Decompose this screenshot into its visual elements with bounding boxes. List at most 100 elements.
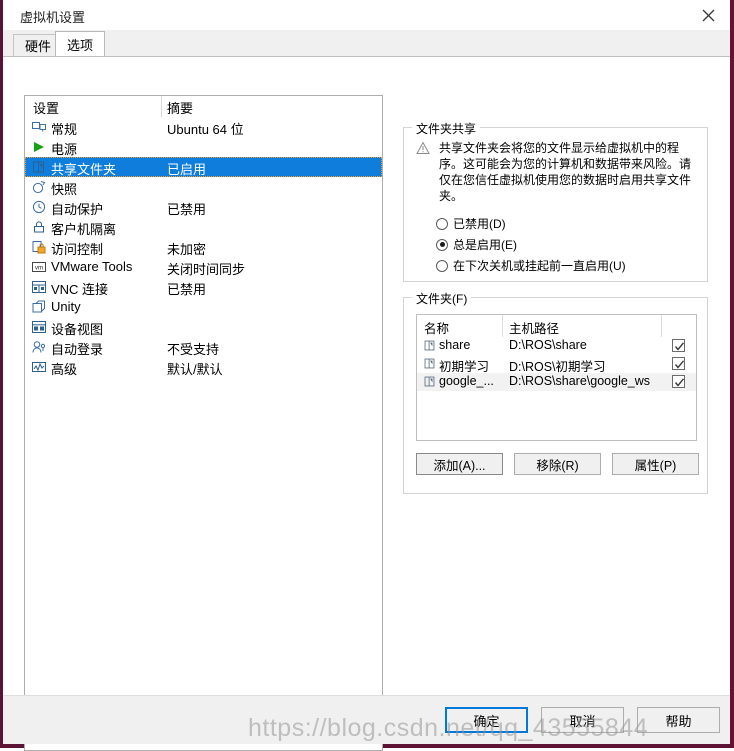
folders-table[interactable]: 名称 主机路径 share D:\ROS\share 初期学习 D:\ROS\初期学习… [416, 314, 697, 441]
settings-list-item-summary: Ubuntu 64 位 [167, 122, 244, 137]
radio-circle-icon [436, 217, 448, 230]
cancel-button-label: 取消 [569, 713, 596, 729]
clock-icon [31, 199, 47, 215]
settings-list-item-3[interactable]: 共享文件夹 已启用 [25, 157, 382, 177]
folders-group: 文件夹(F) 名称 主机路径 share D:\ROS\share 初期学习 D:\R… [403, 290, 708, 494]
settings-list-item-2[interactable]: 电源 [25, 137, 382, 157]
sharing-radio-label: 已禁用(D) [453, 217, 506, 231]
dialog-content: 设置 摘要 常规 Ubuntu 64 位电源 共享文件夹 已启用 快照 自动保护 已禁用 客户… [3, 56, 730, 751]
folders-button-1[interactable]: 添加(A)... [416, 453, 503, 475]
column-header-name: 设置 [33, 101, 60, 116]
folders-button-2[interactable]: 移除(R) [514, 453, 601, 475]
radio-circle-icon [436, 238, 448, 251]
settings-list-item-5[interactable]: 自动保护 已禁用 [25, 197, 382, 217]
lock-icon [31, 219, 47, 235]
folders-col-divider-1 [502, 315, 503, 337]
tab-hardware-label: 硬件 [25, 39, 52, 54]
snapshot-icon [31, 179, 47, 195]
folders-table-rows: share D:\ROS\share 初期学习 D:\ROS\初期学习 google_.… [417, 337, 696, 391]
close-icon[interactable] [686, 0, 730, 30]
settings-list-item-summary: 未加密 [167, 242, 207, 257]
cancel-button[interactable]: 取消 [541, 707, 624, 733]
dialog-footer: 确定 取消 帮助 [3, 695, 730, 744]
settings-list-item-7[interactable]: 访问控制 未加密 [25, 237, 382, 257]
settings-list-item-6[interactable]: 客户机隔离 [25, 217, 382, 237]
folder-host-path: D:\ROS\share [509, 338, 587, 352]
folder-enabled-checkbox[interactable] [672, 357, 685, 370]
sharing-radio-label: 总是启用(E) [453, 238, 517, 252]
folder-sharing-group: 文件夹共享 共享文件夹会将您的文件显示给虚拟机中的程序。这可能会为您的计算机和数… [403, 120, 708, 282]
settings-list-item-summary: 已启用 [167, 162, 207, 177]
tab-options[interactable]: 选项 [55, 31, 106, 56]
svg-text:vm: vm [35, 266, 43, 272]
settings-list-item-9[interactable]: VNC 连接 已禁用 [25, 277, 382, 297]
settings-list-item-label: VMware Tools [51, 259, 133, 274]
header-divider [161, 96, 162, 117]
settings-list-item-13[interactable]: 高级 默认/默认 [25, 357, 382, 377]
sharing-radio-3[interactable]: 在下次关机或挂起前一直启用(U) [436, 255, 626, 276]
settings-list-rows: 常规 Ubuntu 64 位电源 共享文件夹 已启用 快照 自动保护 已禁用 客户机隔离 访问控… [25, 117, 382, 377]
sharing-radio-2[interactable]: 总是启用(E) [436, 234, 626, 255]
folders-table-header: 名称 主机路径 [417, 315, 696, 337]
settings-list-item-11[interactable]: 设备视图 [25, 317, 382, 337]
settings-list-item-label: 客户机隔离 [51, 222, 117, 237]
warning-triangle-icon [416, 141, 430, 155]
settings-list-item-8[interactable]: vm VMware Tools 关闭时间同步 [25, 257, 382, 277]
folders-title: 文件夹(F) [412, 290, 472, 307]
shared-folder-icon [31, 159, 47, 175]
sharing-warning-text: 共享文件夹会将您的文件显示给虚拟机中的程序。这可能会为您的计算机和数据带来风险。… [439, 141, 692, 203]
folders-table-row[interactable]: google_... D:\ROS\share\google_ws [417, 373, 696, 391]
monitor-icon [31, 119, 47, 135]
help-button[interactable]: 帮助 [637, 707, 720, 733]
folders-button-bar: 添加(A)... 移除(R) 属性(P) [416, 453, 699, 475]
folders-button-label: 添加(A)... [433, 458, 486, 473]
folder-enabled-checkbox[interactable] [672, 375, 685, 388]
vnc-icon [31, 279, 47, 295]
vmware-tools-icon: vm [31, 259, 47, 275]
unity-icon [31, 299, 47, 315]
folder-enabled-checkbox[interactable] [672, 339, 685, 352]
device-view-icon [31, 319, 47, 335]
settings-list-item-1[interactable]: 常规 Ubuntu 64 位 [25, 117, 382, 137]
folders-button-3[interactable]: 属性(P) [612, 453, 699, 475]
ok-button-label: 确定 [473, 713, 500, 729]
settings-list-item-label: 电源 [51, 142, 78, 157]
settings-list-item-label: 高级 [51, 362, 78, 377]
settings-list-header: 设置 摘要 [25, 96, 382, 117]
settings-list-item-summary: 默认/默认 [167, 362, 223, 377]
folders-table-row[interactable]: 初期学习 D:\ROS\初期学习 [417, 355, 696, 374]
tab-options-label: 选项 [67, 37, 94, 53]
settings-list-item-12[interactable]: 自动登录 不受支持 [25, 337, 382, 357]
settings-list[interactable]: 设置 摘要 常规 Ubuntu 64 位电源 共享文件夹 已启用 快照 自动保护 已禁用 客户… [24, 95, 383, 751]
sharing-warning: 共享文件夹会将您的文件显示给虚拟机中的程序。这可能会为您的计算机和数据带来风险。… [416, 140, 701, 204]
settings-list-item-4[interactable]: 快照 [25, 177, 382, 197]
access-lock-icon [31, 239, 47, 255]
tab-strip: 硬件 选项 [3, 30, 730, 56]
settings-list-item-summary: 不受支持 [167, 342, 220, 357]
ok-button[interactable]: 确定 [445, 707, 528, 733]
sharing-radio-1[interactable]: 已禁用(D) [436, 213, 626, 234]
folder-sharing-title: 文件夹共享 [412, 120, 481, 137]
sharing-radio-group: 已禁用(D) 总是启用(E) 在下次关机或挂起前一直启用(U) [436, 213, 626, 276]
folders-button-label: 移除(R) [536, 458, 579, 473]
folders-col-name: 名称 [424, 322, 450, 336]
settings-list-item-label: 自动保护 [51, 202, 104, 217]
advanced-icon [31, 359, 47, 375]
radio-circle-icon [436, 259, 448, 272]
folder-icon [423, 375, 436, 388]
settings-list-item-10[interactable]: Unity [25, 297, 382, 317]
column-header-summary: 摘要 [167, 101, 194, 116]
folder-name: share [439, 338, 471, 352]
settings-list-item-label: Unity [51, 299, 81, 314]
folders-col-divider-2 [661, 315, 662, 337]
settings-list-item-label: VNC 连接 [51, 282, 109, 297]
settings-list-item-summary: 已禁用 [167, 202, 207, 217]
folders-table-row[interactable]: share D:\ROS\share [417, 337, 696, 355]
settings-list-item-label: 设备视图 [51, 322, 104, 337]
title-bar: 虚拟机设置 [3, 0, 730, 30]
settings-list-item-summary: 已禁用 [167, 282, 207, 297]
play-green-icon [31, 139, 47, 155]
settings-list-item-label: 快照 [51, 182, 78, 197]
footer-button-bar: 确定 取消 帮助 [445, 707, 720, 733]
vm-settings-dialog: 虚拟机设置 硬件 选项 设置 摘要 常规 Ubuntu 64 位电源 共享文件夹 已启… [0, 0, 734, 751]
